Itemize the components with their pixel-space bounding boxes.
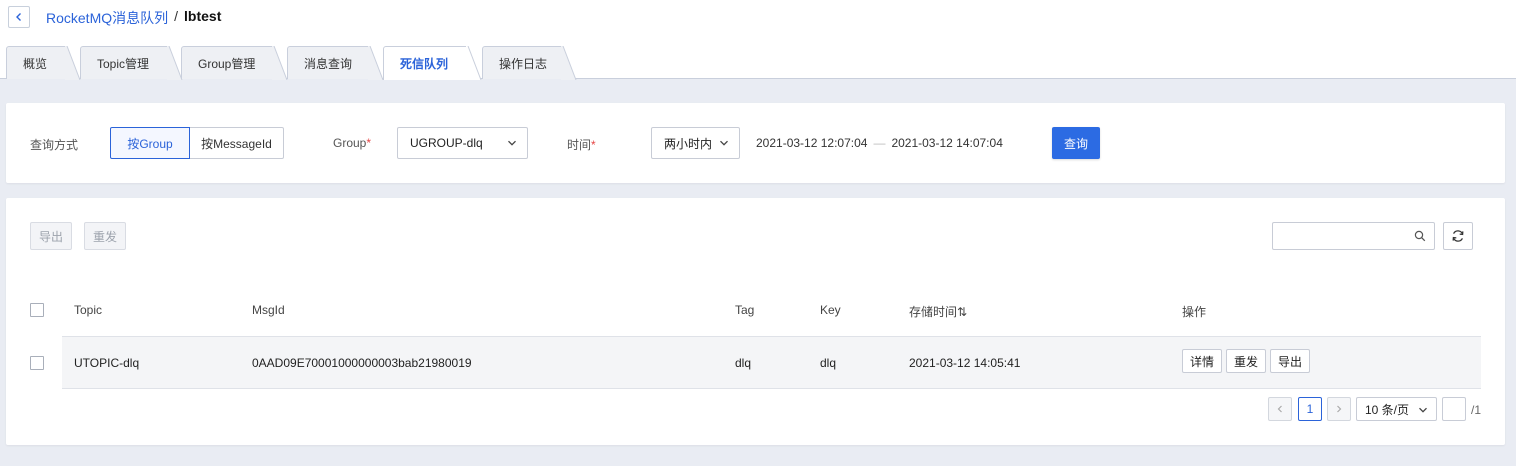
column-header-stored-time-label: 存储时间 [909,305,958,319]
chevron-down-icon [508,140,516,146]
cell-tag: dlq [735,356,752,370]
cell-stored-time: 2021-03-12 14:05:41 [909,356,1021,370]
mode-by-messageid-button[interactable]: 按MessageId [189,127,284,159]
chevron-down-icon [720,140,728,146]
tab-edge [65,46,81,80]
date-range-display[interactable]: 2021-03-12 12:07:04 — 2021-03-12 14:07:0… [756,136,1003,150]
column-header-stored-time[interactable]: 存储时间⇅ [909,303,967,320]
tab-label: 死信队列 [400,57,449,71]
refresh-button[interactable] [1443,222,1473,250]
cell-key: dlq [820,356,837,370]
filter-panel: 查询方式 按Group 按MessageId Group* UGROUP-dlq… [6,103,1505,183]
column-header-actions: 操作 [1182,305,1207,319]
column-header-tag: Tag [735,303,755,317]
tab-operation-log[interactable]: 操作日志 [482,46,577,80]
search-input[interactable] [1273,223,1403,249]
top-bar: RocketMQ消息队列 / lbtest 概览 Topic管理 Group管理… [0,0,1516,80]
time-range-select[interactable]: 两小时内 [651,127,740,159]
tab-label: 概览 [23,56,48,71]
column-header-msgid: MsgId [252,303,285,317]
sort-icon[interactable]: ⇅ [957,305,967,319]
time-label-text: 时间 [567,138,592,152]
select-all-checkbox[interactable] [30,303,44,317]
tab-edge [272,46,288,80]
query-mode-label: 查询方式 [30,138,79,152]
breadcrumb-separator: / [174,8,179,24]
tab-edge [561,46,577,80]
date-start: 2021-03-12 12:07:04 [756,136,868,150]
tab-edge [368,46,384,80]
chevron-right-icon [1337,405,1342,413]
page-total: /1 [1471,403,1482,417]
tab-group[interactable]: Group管理 [181,46,288,80]
tab-label: Group管理 [198,56,256,71]
column-header-topic: Topic [74,303,103,317]
row-resend-button[interactable]: 重发 [1226,349,1266,373]
tab-topic[interactable]: Topic管理 [80,46,183,80]
dead-letter-table-panel: 导出 重发 Topic MsgId Tag Key 存储时间⇅ 操作 UTOPI… [6,198,1505,445]
group-label: Group* [333,136,371,150]
row-export-button[interactable]: 导出 [1270,349,1310,373]
tab-label: 操作日志 [499,56,548,71]
tab-message-query[interactable]: 消息查询 [287,46,384,80]
page-jump-input[interactable] [1442,397,1466,421]
prev-page-button[interactable] [1268,397,1292,421]
cell-msgid: 0AAD09E70001000000003bab21980019 [252,356,472,370]
breadcrumb: RocketMQ消息队列 / lbtest [46,8,221,28]
search-box[interactable] [1272,222,1435,250]
next-page-button[interactable] [1327,397,1351,421]
query-button[interactable]: 查询 [1052,127,1100,159]
chevron-left-icon [1277,405,1282,413]
breadcrumb-current: lbtest [184,8,222,24]
page-size-select[interactable]: 10 条/页 [1356,397,1437,421]
cell-topic: UTOPIC-dlq [74,356,140,370]
detail-button[interactable]: 详情 [1182,349,1222,373]
page-number-current[interactable]: 1 [1298,397,1322,421]
refresh-icon [1452,230,1464,242]
date-end: 2021-03-12 14:07:04 [891,136,1003,150]
export-button[interactable]: 导出 [30,222,72,250]
resend-button[interactable]: 重发 [84,222,126,250]
tab-label: Topic管理 [97,56,150,71]
group-select[interactable]: UGROUP-dlq [397,127,528,159]
column-header-key: Key [820,303,841,317]
tab-label: 消息查询 [304,56,353,71]
time-label: 时间* [567,136,596,153]
date-separator: — [873,136,886,150]
required-mark: * [366,136,372,150]
back-button[interactable] [8,6,30,28]
tab-edge [466,46,482,80]
tab-overview[interactable]: 概览 [6,46,81,80]
page-size-value: 10 条/页 [1365,402,1410,417]
tab-dead-letter-queue[interactable]: 死信队列 [383,46,482,80]
required-mark: * [591,138,596,152]
chevron-left-icon [16,13,21,21]
mode-by-group-button[interactable]: 按Group [110,127,190,159]
breadcrumb-link-rocketmq[interactable]: RocketMQ消息队列 [46,8,168,28]
group-select-value: UGROUP-dlq [410,136,483,150]
row-checkbox[interactable] [30,356,44,370]
search-icon[interactable] [1414,230,1426,242]
chevron-down-icon [1419,407,1427,413]
time-range-value: 两小时内 [664,136,713,151]
group-label-text: Group [333,136,367,150]
